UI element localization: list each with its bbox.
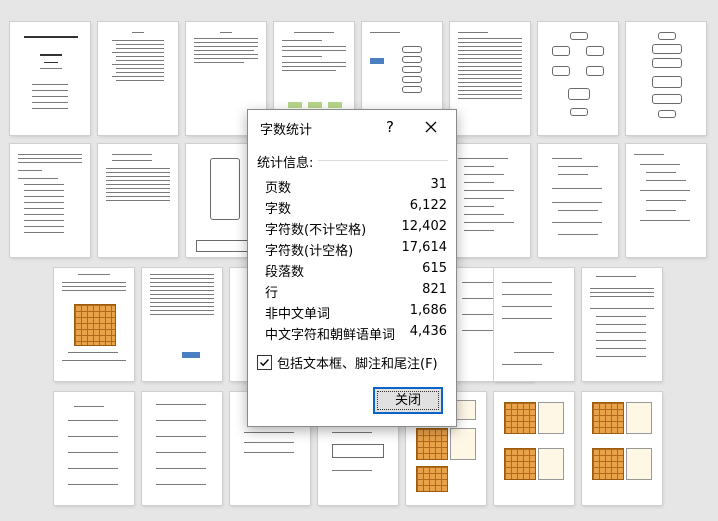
page-thumbnail[interactable] [98,144,178,257]
page-thumbnail[interactable] [582,392,662,505]
word-count-dialog: 字数统计 ? 统计信息: 页数 31 字数 6,122 字符数(不计空格) 12… [247,109,457,427]
page-thumbnail[interactable] [10,22,90,135]
stat-row-paragraphs: 段落数 615 [265,261,447,281]
page-thumbnail[interactable] [494,268,574,381]
stat-row-pages: 页数 31 [265,177,447,197]
page-thumbnail[interactable] [538,144,618,257]
stat-value: 4,436 [409,324,447,339]
focus-ring [377,391,439,410]
page-thumbnail[interactable] [582,268,662,381]
stat-value: 12,402 [401,219,448,234]
dialog-title: 字数统计 [260,123,313,138]
stat-label: 页数 [265,181,292,196]
page-thumbnail[interactable] [450,22,530,135]
page-thumbnail[interactable] [98,22,178,135]
stat-label: 字符数(计空格) [265,244,354,259]
page-thumbnail[interactable] [142,268,222,381]
page-thumbnail[interactable] [54,268,134,381]
include-textboxes-checkbox[interactable]: 包括文本框、脚注和尾注(F) [257,353,447,373]
stat-label: 字符数(不计空格) [265,223,367,238]
stat-value: 6,122 [409,198,447,213]
stat-label: 段落数 [265,265,305,280]
page-thumbnail[interactable] [450,144,530,257]
page-thumbnail[interactable] [538,22,618,135]
stat-value: 31 [430,177,447,192]
page-thumbnail[interactable] [10,144,90,257]
section-divider [318,160,448,161]
stat-value: 821 [422,282,447,297]
stat-value: 615 [422,261,447,276]
checkbox-box[interactable] [257,355,272,370]
page-thumbnail[interactable] [54,392,134,505]
page-thumbnail[interactable] [626,22,706,135]
page-thumbnail[interactable] [494,392,574,505]
stat-value: 17,614 [401,240,448,255]
stat-row-chinese-korean-words: 中文字符和朝鲜语单词 4,436 [265,324,447,344]
stat-row-lines: 行 821 [265,282,447,302]
stat-row-chars-no-spaces: 字符数(不计空格) 12,402 [265,219,447,239]
stat-label: 行 [265,286,279,301]
stat-label: 中文字符和朝鲜语单词 [265,328,396,343]
stat-row-words: 字数 6,122 [265,198,447,218]
stat-row-chars-with-spaces: 字符数(计空格) 17,614 [265,240,447,260]
stat-label: 字数 [265,202,292,217]
stat-row-non-chinese-words: 非中文单词 1,686 [265,303,447,323]
help-button[interactable]: ? [380,116,400,138]
checkmark-icon [260,359,270,367]
checkbox-label: 包括文本框、脚注和尾注(F) [277,357,438,372]
statistics-section-label: 统计信息: [257,156,314,171]
close-button[interactable]: 关闭 [373,387,443,414]
close-icon[interactable] [420,116,442,138]
page-thumbnail[interactable] [626,144,706,257]
page-thumbnail[interactable] [142,392,222,505]
stat-label: 非中文单词 [265,307,331,322]
stat-value: 1,686 [409,303,447,318]
